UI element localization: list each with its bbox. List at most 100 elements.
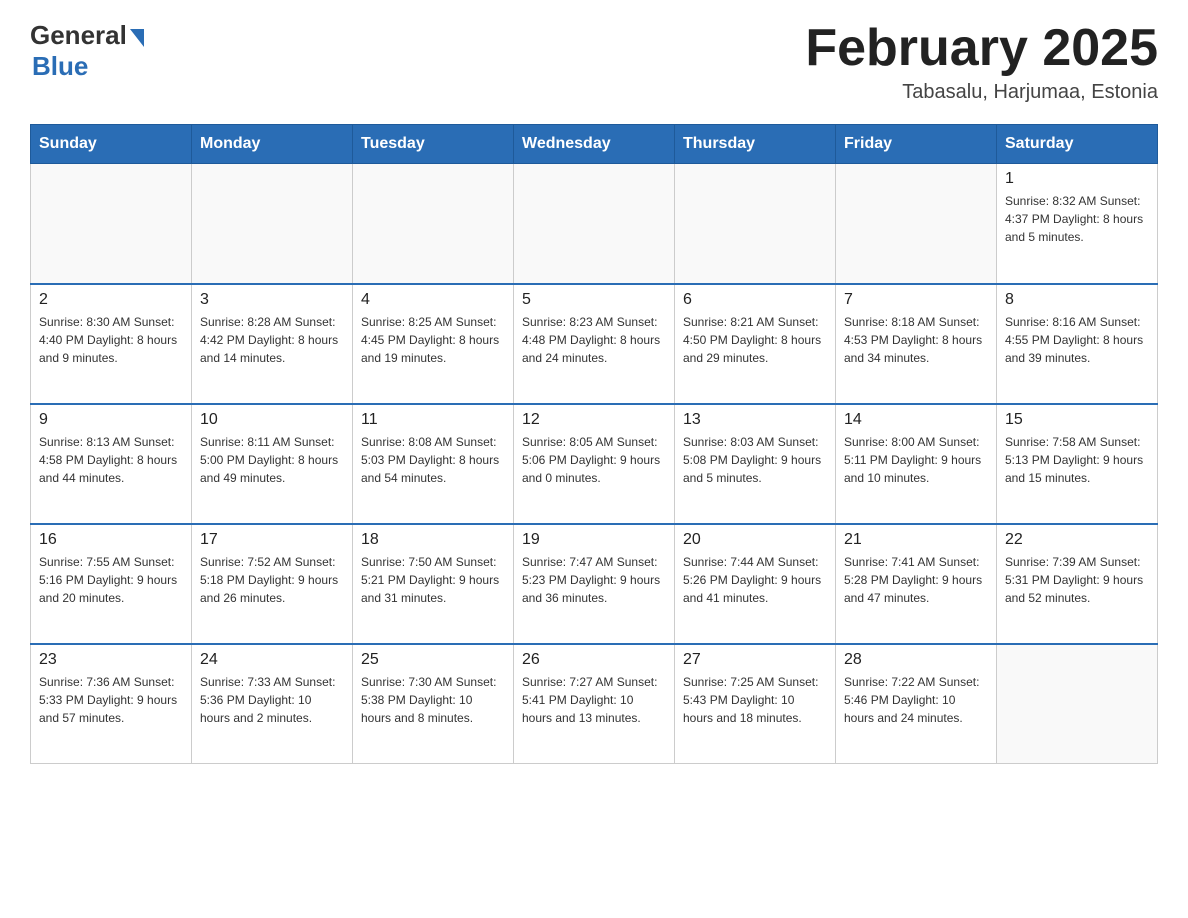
logo: General Blue [30, 20, 144, 82]
calendar-day-cell: 25 Sunrise: 7:30 AM Sunset: 5:38 PM Dayli… [353, 644, 514, 764]
calendar-week-row: 9Sunrise: 8:13 AM Sunset: 4:58 PM Daylig… [31, 404, 1158, 524]
calendar-day-cell: 15 Sunrise: 7:58 AM Sunset: 5:13 PM Dayli… [997, 404, 1158, 524]
day-info: Sunrise: 7:44 AM Sunset: 5:26 PM Dayligh… [683, 553, 827, 607]
day-number: 8 [1005, 291, 1149, 309]
calendar-day-cell: 9Sunrise: 8:13 AM Sunset: 4:58 PM Daylig… [31, 404, 192, 524]
calendar-table: SundayMondayTuesdayWednesdayThursdayFrid… [30, 124, 1158, 764]
calendar-day-cell: 11 Sunrise: 8:08 AM Sunset: 5:03 PM Dayli… [353, 404, 514, 524]
day-info: Sunrise: 8:11 AM Sunset: 5:00 PM Dayligh… [200, 433, 344, 487]
day-number: 10 [200, 411, 344, 429]
calendar-day-cell [353, 164, 514, 284]
calendar-day-cell: 12 Sunrise: 8:05 AM Sunset: 5:06 PM Dayli… [514, 404, 675, 524]
calendar-day-cell: 10 Sunrise: 8:11 AM Sunset: 5:00 PM Dayli… [192, 404, 353, 524]
calendar-day-cell: 23 Sunrise: 7:36 AM Sunset: 5:33 PM Dayli… [31, 644, 192, 764]
calendar-day-cell: 8 Sunrise: 8:16 AM Sunset: 4:55 PM Daylig… [997, 284, 1158, 404]
calendar-week-row: 2Sunrise: 8:30 AM Sunset: 4:40 PM Daylig… [31, 284, 1158, 404]
day-info: Sunrise: 7:22 AM Sunset: 5:46 PM Dayligh… [844, 673, 988, 727]
day-number: 7 [844, 291, 988, 309]
day-info: Sunrise: 7:41 AM Sunset: 5:28 PM Dayligh… [844, 553, 988, 607]
day-number: 4 [361, 291, 505, 309]
page-header: General Blue February 2025 Tabasalu, Har… [30, 20, 1158, 104]
calendar-day-cell: 3 Sunrise: 8:28 AM Sunset: 4:42 PM Daylig… [192, 284, 353, 404]
day-number: 15 [1005, 411, 1149, 429]
calendar-day-cell: 13Sunrise: 8:03 AM Sunset: 5:08 PM Dayli… [675, 404, 836, 524]
day-number: 28 [844, 651, 988, 669]
day-info: Sunrise: 8:08 AM Sunset: 5:03 PM Dayligh… [361, 433, 505, 487]
calendar-day-cell: 16Sunrise: 7:55 AM Sunset: 5:16 PM Dayli… [31, 524, 192, 644]
calendar-day-cell: 26 Sunrise: 7:27 AM Sunset: 5:41 PM Dayli… [514, 644, 675, 764]
calendar-day-cell: 19 Sunrise: 7:47 AM Sunset: 5:23 PM Dayli… [514, 524, 675, 644]
calendar-day-cell [836, 164, 997, 284]
weekday-header-wednesday: Wednesday [514, 125, 675, 164]
day-info: Sunrise: 7:30 AM Sunset: 5:38 PM Dayligh… [361, 673, 505, 727]
calendar-day-cell [31, 164, 192, 284]
day-number: 2 [39, 291, 183, 309]
day-info: Sunrise: 7:33 AM Sunset: 5:36 PM Dayligh… [200, 673, 344, 727]
calendar-day-cell: 20 Sunrise: 7:44 AM Sunset: 5:26 PM Dayli… [675, 524, 836, 644]
calendar-day-cell: 1Sunrise: 8:32 AM Sunset: 4:37 PM Daylig… [997, 164, 1158, 284]
calendar-week-row: 23 Sunrise: 7:36 AM Sunset: 5:33 PM Dayli… [31, 644, 1158, 764]
day-info: Sunrise: 8:32 AM Sunset: 4:37 PM Dayligh… [1005, 192, 1149, 246]
day-info: Sunrise: 7:47 AM Sunset: 5:23 PM Dayligh… [522, 553, 666, 607]
day-info: Sunrise: 7:52 AM Sunset: 5:18 PM Dayligh… [200, 553, 344, 607]
calendar-day-cell: 6 Sunrise: 8:21 AM Sunset: 4:50 PM Daylig… [675, 284, 836, 404]
calendar-subtitle: Tabasalu, Harjumaa, Estonia [805, 81, 1158, 104]
calendar-day-cell: 22Sunrise: 7:39 AM Sunset: 5:31 PM Dayli… [997, 524, 1158, 644]
calendar-week-row: 16Sunrise: 7:55 AM Sunset: 5:16 PM Dayli… [31, 524, 1158, 644]
weekday-header-row: SundayMondayTuesdayWednesdayThursdayFrid… [31, 125, 1158, 164]
weekday-header-monday: Monday [192, 125, 353, 164]
calendar-day-cell: 24 Sunrise: 7:33 AM Sunset: 5:36 PM Dayli… [192, 644, 353, 764]
day-info: Sunrise: 8:28 AM Sunset: 4:42 PM Dayligh… [200, 313, 344, 367]
calendar-day-cell [997, 644, 1158, 764]
day-number: 19 [522, 531, 666, 549]
day-number: 14 [844, 411, 988, 429]
logo-blue-text: Blue [32, 51, 88, 82]
day-number: 25 [361, 651, 505, 669]
day-number: 24 [200, 651, 344, 669]
day-number: 26 [522, 651, 666, 669]
day-info: Sunrise: 7:27 AM Sunset: 5:41 PM Dayligh… [522, 673, 666, 727]
day-number: 11 [361, 411, 505, 429]
day-info: Sunrise: 8:03 AM Sunset: 5:08 PM Dayligh… [683, 433, 827, 487]
day-info: Sunrise: 8:23 AM Sunset: 4:48 PM Dayligh… [522, 313, 666, 367]
day-info: Sunrise: 7:39 AM Sunset: 5:31 PM Dayligh… [1005, 553, 1149, 607]
day-info: Sunrise: 7:58 AM Sunset: 5:13 PM Dayligh… [1005, 433, 1149, 487]
day-info: Sunrise: 8:00 AM Sunset: 5:11 PM Dayligh… [844, 433, 988, 487]
calendar-day-cell: 2Sunrise: 8:30 AM Sunset: 4:40 PM Daylig… [31, 284, 192, 404]
weekday-header-thursday: Thursday [675, 125, 836, 164]
calendar-day-cell [514, 164, 675, 284]
calendar-title: February 2025 [805, 20, 1158, 77]
calendar-day-cell: 28 Sunrise: 7:22 AM Sunset: 5:46 PM Dayli… [836, 644, 997, 764]
weekday-header-sunday: Sunday [31, 125, 192, 164]
calendar-day-cell: 5 Sunrise: 8:23 AM Sunset: 4:48 PM Daylig… [514, 284, 675, 404]
day-number: 27 [683, 651, 827, 669]
day-number: 21 [844, 531, 988, 549]
calendar-day-cell [675, 164, 836, 284]
day-number: 17 [200, 531, 344, 549]
day-info: Sunrise: 8:21 AM Sunset: 4:50 PM Dayligh… [683, 313, 827, 367]
day-number: 18 [361, 531, 505, 549]
day-info: Sunrise: 8:16 AM Sunset: 4:55 PM Dayligh… [1005, 313, 1149, 367]
logo-arrow-icon [130, 29, 144, 47]
calendar-day-cell [192, 164, 353, 284]
day-info: Sunrise: 7:25 AM Sunset: 5:43 PM Dayligh… [683, 673, 827, 727]
day-number: 23 [39, 651, 183, 669]
calendar-day-cell: 14 Sunrise: 8:00 AM Sunset: 5:11 PM Dayli… [836, 404, 997, 524]
logo-general-text: General [30, 20, 127, 51]
weekday-header-tuesday: Tuesday [353, 125, 514, 164]
day-info: Sunrise: 8:05 AM Sunset: 5:06 PM Dayligh… [522, 433, 666, 487]
calendar-day-cell: 21 Sunrise: 7:41 AM Sunset: 5:28 PM Dayli… [836, 524, 997, 644]
calendar-day-cell: 4Sunrise: 8:25 AM Sunset: 4:45 PM Daylig… [353, 284, 514, 404]
day-number: 16 [39, 531, 183, 549]
day-number: 12 [522, 411, 666, 429]
day-number: 6 [683, 291, 827, 309]
day-number: 3 [200, 291, 344, 309]
day-info: Sunrise: 7:50 AM Sunset: 5:21 PM Dayligh… [361, 553, 505, 607]
day-info: Sunrise: 8:18 AM Sunset: 4:53 PM Dayligh… [844, 313, 988, 367]
calendar-day-cell: 7 Sunrise: 8:18 AM Sunset: 4:53 PM Daylig… [836, 284, 997, 404]
calendar-week-row: 1Sunrise: 8:32 AM Sunset: 4:37 PM Daylig… [31, 164, 1158, 284]
day-number: 5 [522, 291, 666, 309]
day-number: 20 [683, 531, 827, 549]
weekday-header-saturday: Saturday [997, 125, 1158, 164]
day-info: Sunrise: 7:36 AM Sunset: 5:33 PM Dayligh… [39, 673, 183, 727]
